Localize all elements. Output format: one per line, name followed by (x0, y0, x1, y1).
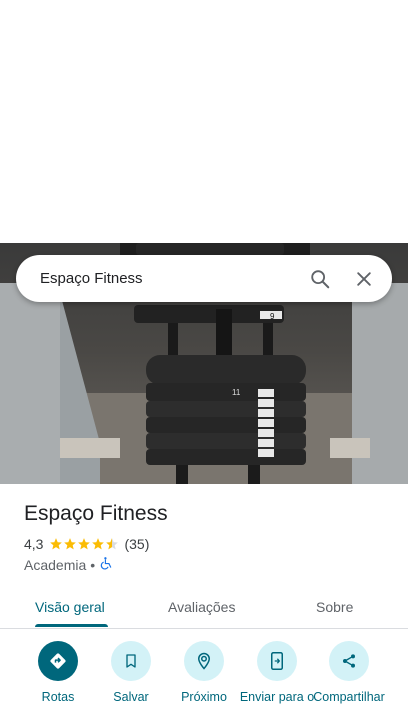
rating-row[interactable]: 4,3 (35) (24, 536, 149, 552)
separator-dot: • (90, 556, 96, 573)
action-bar: Rotas Salvar Próximo Enviar para o Compa… (0, 641, 408, 726)
share-button[interactable]: Compartilhar (309, 641, 389, 704)
place-title: Espaço Fitness (24, 502, 168, 525)
star-icon (78, 538, 91, 550)
search-query[interactable]: Espaço Fitness (16, 270, 298, 287)
tab-about[interactable]: Sobre (316, 586, 353, 628)
nearby-button[interactable]: Próximo (164, 641, 244, 704)
close-icon[interactable] (342, 257, 386, 301)
star-icon (92, 538, 105, 550)
tab-reviews[interactable]: Avaliações (168, 586, 235, 628)
tab-bar: Visão geral Avaliações Sobre (0, 586, 408, 629)
nearby-icon (184, 641, 224, 681)
wheelchair-icon (99, 556, 113, 573)
star-icon (64, 538, 77, 550)
search-bar[interactable]: Espaço Fitness (16, 255, 392, 302)
directions-button[interactable]: Rotas (18, 641, 98, 704)
star-icon (50, 538, 63, 550)
place-category: Academia (24, 556, 87, 573)
action-label: Rotas (41, 690, 75, 704)
category-row: Academia • (24, 556, 113, 573)
rating-value: 4,3 (24, 536, 44, 552)
save-button[interactable]: Salvar (91, 641, 171, 704)
plate-number: 9 (270, 312, 275, 321)
tab-overview[interactable]: Visão geral (35, 586, 105, 628)
rating-stars (49, 537, 119, 551)
search-icon[interactable] (298, 257, 342, 301)
send-to-phone-icon (257, 641, 297, 681)
star-half-icon (106, 538, 119, 550)
active-tab-indicator (35, 624, 108, 627)
action-label: Compartilhar (313, 690, 385, 704)
send-to-phone-button[interactable]: Enviar para o (237, 641, 317, 704)
action-label: Próximo (181, 690, 227, 704)
bookmark-icon (111, 641, 151, 681)
plate-number: 11 (232, 388, 241, 397)
action-label: Salvar (113, 690, 149, 704)
reviews-count[interactable]: (35) (124, 536, 149, 552)
action-label: Enviar para o (239, 690, 315, 704)
share-icon (329, 641, 369, 681)
directions-icon (38, 641, 78, 681)
